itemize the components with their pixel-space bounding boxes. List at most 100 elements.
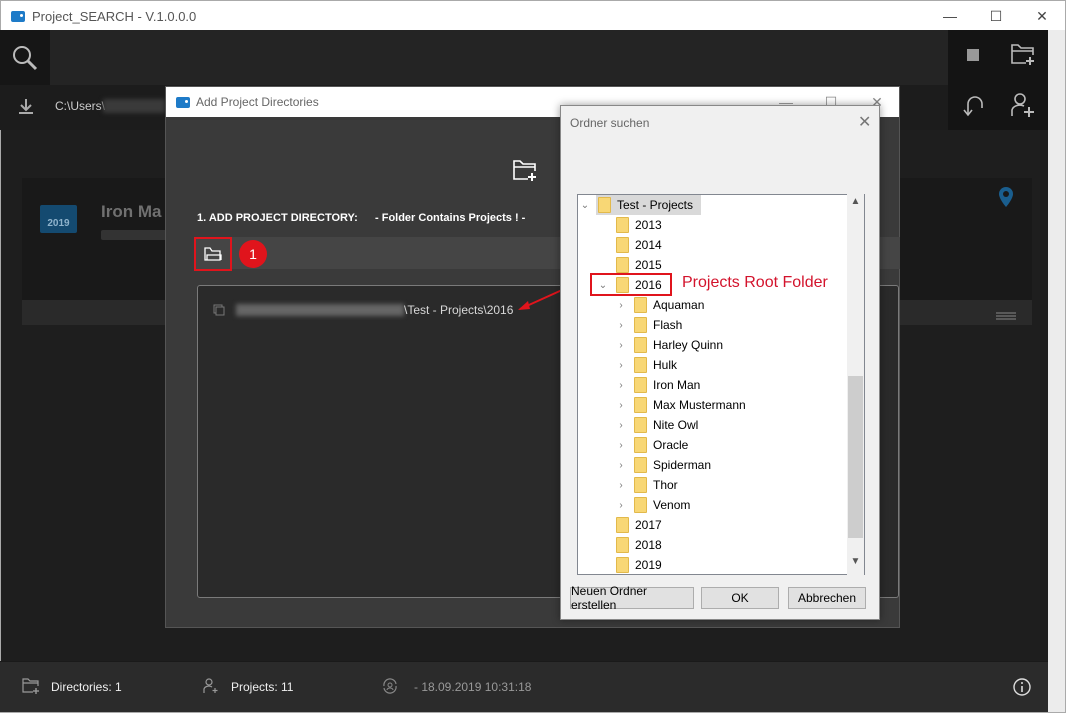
directories-count: Directories: 1 [51, 680, 122, 694]
tree-node-root[interactable]: ⌄ Test - Projects [578, 195, 693, 215]
folder-icon [634, 437, 647, 453]
folder-icon [598, 197, 611, 213]
directories-icon [22, 678, 40, 699]
folder-icon [634, 377, 647, 393]
folder-icon [634, 397, 647, 413]
path-redacted [103, 99, 165, 113]
info-icon[interactable] [1013, 678, 1031, 701]
folder-icon [634, 417, 647, 433]
folder-icon [634, 477, 647, 493]
tree-node[interactable]: › Spiderman [614, 455, 711, 475]
browse-folder-dialog: Ordner suchen ✕ ⌄ Test - Projects 2013 20… [560, 105, 880, 620]
folder-icon [634, 497, 647, 513]
chevron-right-icon[interactable]: › [614, 340, 628, 351]
add-directory-heading: 1. ADD PROJECT DIRECTORY: [197, 212, 358, 224]
add-directory-note: - Folder Contains Projects ! - [375, 212, 526, 224]
tree-node[interactable]: › Max Mustermann [614, 395, 746, 415]
stop-button[interactable] [948, 30, 998, 80]
add-folder-icon[interactable] [511, 159, 539, 188]
tree-node[interactable]: 2013 [616, 215, 662, 235]
tree-node[interactable]: › Hulk [614, 355, 677, 375]
annotation-label: Projects Root Folder [682, 274, 828, 291]
folder-icon [634, 317, 647, 333]
new-folder-button[interactable]: Neuen Ordner erstellen [570, 584, 694, 612]
chevron-right-icon[interactable]: › [614, 440, 628, 451]
maximize-button[interactable]: ☐ [973, 1, 1019, 31]
tree-node[interactable]: › Venom [614, 495, 690, 515]
stop-icon [967, 49, 979, 61]
browse-folder-button[interactable] [194, 237, 232, 271]
app-icon [176, 96, 190, 108]
window-title: Project_SEARCH - V.1.0.0.0 [32, 8, 197, 24]
tree-node[interactable]: › Aquaman [614, 295, 704, 315]
close-button[interactable]: ✕ [1019, 1, 1065, 31]
tree-node[interactable]: 2018 [616, 535, 662, 555]
folder-icon [634, 337, 647, 353]
scroll-up-icon[interactable]: ▲ [848, 196, 863, 213]
tree-scrollbar-thumb[interactable] [848, 376, 863, 538]
tree-node[interactable]: › Thor [614, 475, 678, 495]
add-directory-button[interactable] [998, 30, 1048, 80]
chevron-right-icon[interactable]: › [614, 460, 628, 471]
chevron-right-icon[interactable]: › [614, 480, 628, 491]
add-user-button[interactable] [998, 80, 1048, 130]
folder-tree[interactable]: ⌄ Test - Projects 2013 2014 2015 ⌄ 2016 › A… [577, 194, 865, 575]
project-title: Iron Ma [101, 202, 162, 221]
projects-count: Projects: 11 [231, 680, 294, 694]
right-toolbar [948, 30, 1048, 130]
chevron-right-icon[interactable]: › [614, 500, 628, 511]
app-icon [11, 10, 25, 22]
folder-icon [634, 297, 647, 313]
year-folder-icon: 2019 [40, 205, 77, 233]
chevron-right-icon[interactable]: › [614, 320, 628, 331]
tree-node[interactable]: › Nite Owl [614, 415, 698, 435]
folder-icon [616, 517, 629, 533]
download-icon[interactable] [17, 97, 35, 120]
folder-open-icon [204, 247, 222, 261]
cancel-button[interactable]: Abbrechen [788, 587, 866, 609]
chevron-right-icon[interactable]: › [614, 360, 628, 371]
last-sync-timestamp: - 18.09.2019 10:31:18 [414, 680, 532, 694]
chevron-right-icon[interactable]: › [614, 420, 628, 431]
folder-icon [616, 237, 629, 253]
undo-button[interactable] [948, 80, 998, 130]
chevron-right-icon[interactable]: › [614, 300, 628, 311]
folder-icon [616, 557, 629, 573]
minimize-button[interactable]: — [927, 1, 973, 31]
chevron-right-icon[interactable]: › [614, 380, 628, 391]
step-badge: 1 [239, 240, 267, 268]
chevron-down-icon[interactable]: ⌄ [578, 200, 592, 211]
tree-node[interactable]: 2014 [616, 235, 662, 255]
tree-node[interactable]: › Oracle [614, 435, 688, 455]
annotation-highlight-box [590, 273, 672, 296]
menu-icon[interactable] [996, 308, 1016, 326]
location-pin-icon[interactable] [998, 186, 1014, 213]
main-titlebar: Project_SEARCH - V.1.0.0.0 — ☐ ✕ [1, 1, 1065, 31]
tree-node[interactable]: › Iron Man [614, 375, 700, 395]
path-label: C:\Users\ [55, 99, 106, 113]
browse-dialog-title: Ordner suchen [570, 116, 650, 130]
tree-node[interactable]: › Harley Quinn [614, 335, 723, 355]
search-bar[interactable] [0, 30, 1048, 85]
directory-path: \Test - Projects\2016 [404, 303, 514, 317]
tree-node[interactable]: 2017 [616, 515, 662, 535]
copy-icon[interactable] [213, 303, 225, 321]
add-folder-icon [1011, 44, 1034, 65]
folder-icon [616, 257, 629, 273]
search-icon [13, 45, 38, 70]
scroll-down-icon[interactable]: ▼ [848, 556, 863, 573]
search-button[interactable] [0, 30, 50, 85]
add-user-icon [1011, 93, 1034, 117]
page-scrollbar[interactable] [1048, 30, 1065, 712]
folder-icon [616, 217, 629, 233]
tree-node[interactable]: › Flash [614, 315, 682, 335]
folder-icon [616, 537, 629, 553]
tree-node[interactable]: 2019 [616, 555, 662, 574]
sync-icon[interactable] [381, 677, 399, 700]
chevron-right-icon[interactable]: › [614, 400, 628, 411]
tree-node[interactable]: 2015 [616, 255, 662, 275]
project-subtitle [101, 230, 171, 240]
folder-icon [634, 357, 647, 373]
ok-button[interactable]: OK [701, 587, 779, 609]
browse-close-button[interactable]: ✕ [858, 112, 871, 132]
